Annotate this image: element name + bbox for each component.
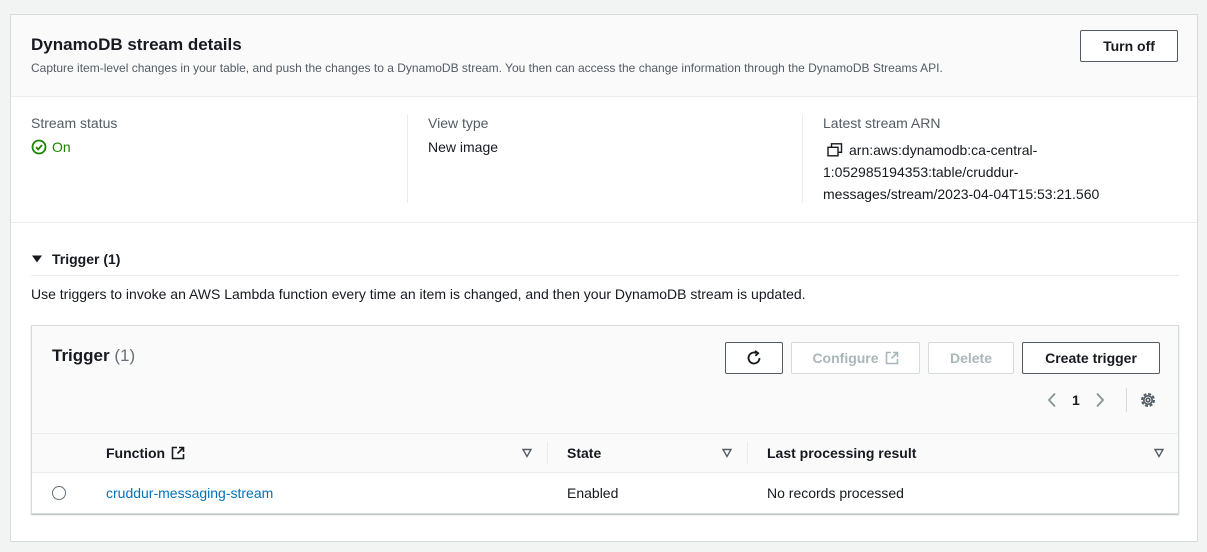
- configure-label: Configure: [812, 350, 879, 366]
- stream-status-value: On: [31, 139, 401, 155]
- delete-button[interactable]: Delete: [928, 342, 1014, 374]
- column-header-function[interactable]: Function: [106, 434, 185, 472]
- trigger-table-title: Trigger (1): [52, 346, 135, 366]
- status-text: On: [52, 139, 71, 155]
- pager-divider: [1126, 388, 1127, 412]
- arn-value: arn:aws:dynamodb:ca-central-1:0529851943…: [823, 142, 1100, 202]
- trigger-table: Trigger (1) Configure Delete Create trig…: [31, 325, 1179, 514]
- table-count: (1): [114, 346, 136, 365]
- column-header-state[interactable]: State: [567, 434, 601, 472]
- latest-stream-arn: Latest stream ARN arn:aws:dynamodb:ca-ce…: [823, 115, 1183, 203]
- view-type-label: View type: [428, 115, 489, 131]
- chevron-left-icon[interactable]: [1040, 388, 1064, 412]
- refresh-icon: [747, 350, 761, 365]
- refresh-button[interactable]: [725, 342, 783, 374]
- chevron-right-icon[interactable]: [1088, 388, 1112, 412]
- sort-icon[interactable]: [722, 448, 732, 458]
- trigger-expander-section: Trigger (1): [31, 247, 1179, 276]
- gear-icon[interactable]: [1137, 389, 1159, 411]
- configure-button[interactable]: Configure: [791, 342, 920, 374]
- expander-divider: [31, 275, 1179, 276]
- row-select-radio[interactable]: [52, 486, 66, 500]
- column-divider: [802, 115, 803, 203]
- state-cell: Enabled: [567, 485, 619, 501]
- column-divider: [407, 115, 408, 203]
- sort-icon[interactable]: [1154, 448, 1164, 458]
- stream-status-label: Stream status: [31, 115, 118, 131]
- trigger-description: Use triggers to invoke an AWS Lambda fun…: [31, 286, 806, 302]
- table-row: cruddur-messaging-stream Enabled No reco…: [32, 473, 1178, 513]
- panel-header: DynamoDB stream details Capture item-lev…: [11, 15, 1197, 97]
- external-link-icon: [171, 446, 185, 460]
- trigger-expander[interactable]: Trigger (1): [31, 247, 1179, 271]
- turn-off-button[interactable]: Turn off: [1080, 30, 1178, 62]
- table-header: Function State Last processing result: [32, 433, 1178, 473]
- trigger-expander-label: Trigger (1): [52, 251, 121, 267]
- sort-icon[interactable]: [522, 448, 532, 458]
- header-separator: [747, 442, 748, 464]
- pagination: 1: [1040, 388, 1112, 412]
- caret-down-icon: [32, 255, 42, 263]
- view-type-value: New image: [428, 139, 499, 155]
- last-result-cell: No records processed: [767, 485, 904, 501]
- function-link[interactable]: cruddur-messaging-stream: [106, 473, 273, 513]
- panel-description: Capture item-level changes in your table…: [31, 61, 943, 75]
- function-header-label: Function: [106, 445, 166, 461]
- arn-value-block: arn:aws:dynamodb:ca-central-1:0529851943…: [823, 139, 1123, 205]
- copy-icon[interactable]: [827, 143, 843, 157]
- check-circle-icon: [31, 139, 47, 155]
- header-separator: [547, 442, 548, 464]
- create-trigger-button[interactable]: Create trigger: [1022, 342, 1160, 374]
- view-type: View type New image: [428, 115, 798, 203]
- table-title-text: Trigger: [52, 346, 110, 365]
- external-link-icon: [885, 351, 898, 365]
- stream-status: Stream status On: [31, 115, 401, 203]
- stream-details-panel: DynamoDB stream details Capture item-lev…: [10, 14, 1198, 542]
- panel-title: DynamoDB stream details: [31, 35, 242, 54]
- column-header-last-result[interactable]: Last processing result: [767, 434, 916, 472]
- arn-label: Latest stream ARN: [823, 115, 941, 131]
- stream-details: Stream status On View type New image Lat…: [11, 97, 1197, 223]
- page-number[interactable]: 1: [1064, 392, 1088, 408]
